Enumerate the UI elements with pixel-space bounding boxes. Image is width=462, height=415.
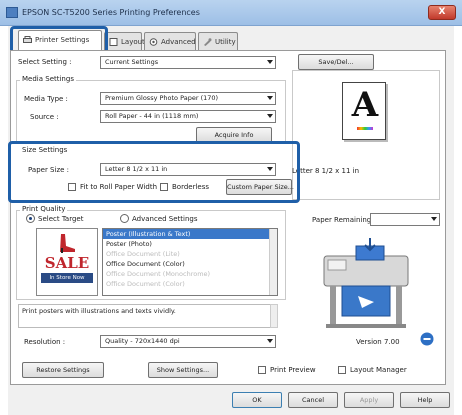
chevron-down-icon (267, 339, 273, 343)
target-description: Print posters with illustrations and tex… (18, 304, 276, 328)
printer-illustration (323, 238, 409, 328)
tab-utility[interactable]: Utility (198, 32, 238, 52)
chevron-down-icon (431, 217, 437, 221)
source-combo[interactable]: Roll Paper - 44 in (1118 mm) (100, 110, 276, 123)
version-text: Version 7.00 (356, 338, 400, 346)
select-setting-value: Current Settings (105, 58, 159, 66)
target-thumbnail: SALE In Store Now (36, 228, 98, 296)
advanced-settings-label: Advanced Settings (132, 215, 198, 223)
utility-icon (204, 38, 212, 46)
layout-icon (109, 38, 118, 46)
list-scrollbar[interactable] (269, 229, 277, 295)
advanced-icon (149, 38, 158, 46)
list-item[interactable]: Poster (Photo) (103, 239, 277, 249)
help-button[interactable]: Help (400, 392, 450, 408)
preview-paper-text: Letter 8 1/2 x 11 in (292, 167, 360, 175)
paper-preview: A (342, 82, 386, 140)
list-item[interactable]: Office Document (Color) (103, 259, 277, 269)
close-button[interactable]: X (428, 5, 456, 20)
list-item[interactable]: Office Document (Lite) (103, 249, 277, 259)
window-title: EPSON SC-T5200 Series Printing Preferenc… (22, 8, 200, 17)
print-preview-checkbox[interactable] (258, 366, 266, 374)
print-quality-title: Print Quality (20, 205, 68, 213)
tab-layout[interactable]: Layout (104, 32, 145, 52)
paper-remaining-combo[interactable] (370, 213, 440, 226)
preview-letter: A (351, 85, 379, 125)
size-settings-highlight (8, 141, 300, 203)
media-type-value: Premium Glossy Photo Paper (170) (105, 94, 219, 102)
print-preview-label: Print Preview (270, 366, 316, 374)
list-item[interactable]: Poster (Illustration & Text) (103, 229, 277, 239)
resolution-value: Quality - 720x1440 dpi (105, 337, 180, 345)
select-setting-label: Select Setting : (18, 58, 72, 66)
advanced-settings-radio[interactable] (120, 214, 129, 223)
source-value: Roll Paper - 44 in (1118 mm) (105, 112, 199, 120)
show-settings-button[interactable]: Show Settings... (148, 362, 218, 378)
select-target-radio[interactable] (26, 214, 35, 223)
target-list[interactable]: Poster (Illustration & Text) Poster (Pho… (102, 228, 278, 296)
source-label: Source : (30, 113, 59, 121)
resolution-label: Resolution : (24, 338, 66, 346)
description-text: Print posters with illustrations and tex… (22, 307, 176, 315)
thumb-store-text: In Store Now (41, 273, 93, 283)
color-bar (357, 127, 373, 130)
ok-button[interactable]: OK (232, 392, 282, 408)
media-type-label: Media Type : (24, 95, 68, 103)
tab-label: Advanced (161, 38, 196, 46)
thumb-sale-text: SALE (44, 254, 90, 272)
list-item[interactable]: Office Document (Monochrome) (103, 269, 277, 279)
title-bar: EPSON SC-T5200 Series Printing Preferenc… (0, 0, 462, 26)
tab-advanced[interactable]: Advanced (144, 32, 196, 52)
layout-manager-label: Layout Manager (350, 366, 407, 374)
list-item[interactable]: Office Document (Color) (103, 279, 277, 289)
paper-remaining-label: Paper Remaining : (312, 216, 376, 224)
save-delete-button[interactable]: Save/Del... (298, 54, 374, 70)
description-scrollbar[interactable] (270, 304, 278, 328)
layout-manager-checkbox[interactable] (338, 366, 346, 374)
shoe-icon (60, 234, 75, 253)
select-target-label: Select Target (38, 215, 84, 223)
tab-label: Layout (121, 38, 145, 46)
restore-settings-button[interactable]: Restore Settings (22, 362, 104, 378)
info-icon[interactable] (420, 332, 434, 346)
chevron-down-icon (267, 114, 273, 118)
chevron-down-icon (267, 60, 273, 64)
apply-button[interactable]: Apply (344, 392, 394, 408)
tab-label: Utility (215, 38, 236, 46)
printer-app-icon (6, 7, 18, 18)
media-settings-title: Media Settings (20, 75, 76, 83)
select-setting-combo[interactable]: Current Settings (100, 56, 276, 69)
chevron-down-icon (267, 96, 273, 100)
resolution-combo[interactable]: Quality - 720x1440 dpi (100, 335, 276, 348)
cancel-button[interactable]: Cancel (288, 392, 338, 408)
media-type-combo[interactable]: Premium Glossy Photo Paper (170) (100, 92, 276, 105)
